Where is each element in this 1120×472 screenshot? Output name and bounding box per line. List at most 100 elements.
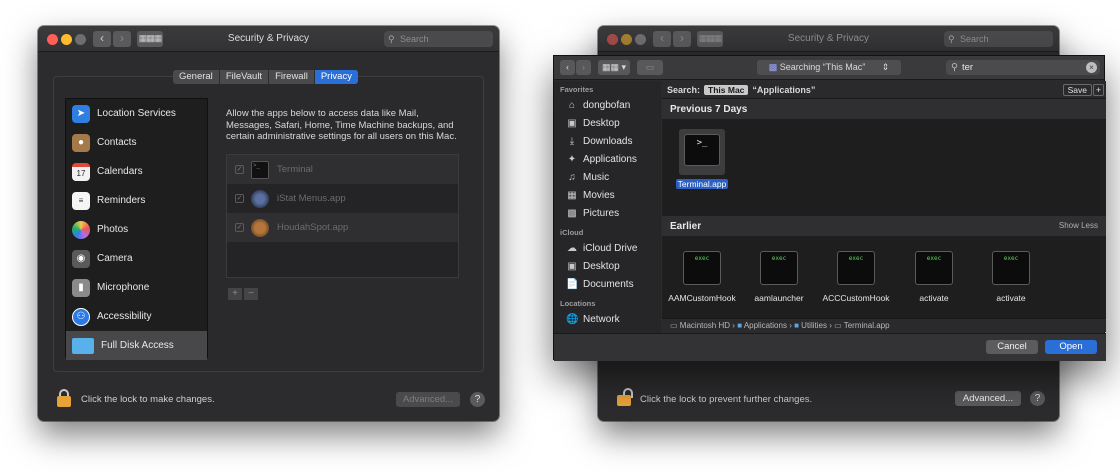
tab-general[interactable]: General xyxy=(173,70,220,84)
result-item-terminal[interactable]: >_ Terminal.app xyxy=(672,129,732,189)
sidebar-item-label: Movies xyxy=(583,189,615,201)
app-row-houdahspot[interactable]: ✓ HoudahSpot.app xyxy=(227,213,458,242)
add-app-button[interactable]: + xyxy=(228,288,242,300)
category-photos[interactable]: Photos xyxy=(66,215,207,244)
category-label: Microphone xyxy=(97,282,150,293)
category-accessibility[interactable]: ⚇ Accessibility xyxy=(66,302,207,331)
category-calendars[interactable]: 17 Calendars xyxy=(66,157,207,186)
remove-app-button[interactable]: − xyxy=(244,288,258,300)
category-label: Reminders xyxy=(97,195,146,206)
result-item-acccustomhook[interactable]: exec ACCCustomHook xyxy=(817,251,895,303)
sidebar-item-label: Desktop xyxy=(583,117,620,129)
scope-label: Search: xyxy=(667,84,701,95)
location-popup[interactable]: ▩ Searching “This Mac” ⇕ xyxy=(757,60,901,75)
category-full-disk-access[interactable]: Full Disk Access xyxy=(66,331,207,360)
sidebar-item-movies[interactable]: ▦ Movies xyxy=(554,186,661,204)
advanced-button[interactable]: Advanced... xyxy=(955,391,1021,406)
path-item[interactable]: Utilities xyxy=(801,321,827,330)
add-criteria-button[interactable]: + xyxy=(1093,84,1104,96)
app-row-terminal[interactable]: ✓ >_ Terminal xyxy=(227,155,458,184)
cancel-button[interactable]: Cancel xyxy=(986,340,1038,354)
search-results: Search: This Mac “Applications” Save + P… xyxy=(662,81,1106,328)
result-item-aamlauncher[interactable]: exec aamlauncher xyxy=(744,251,814,303)
open-button[interactable]: Open xyxy=(1045,340,1097,354)
category-microphone[interactable]: ▮ Microphone xyxy=(66,273,207,302)
category-reminders[interactable]: ≡ Reminders xyxy=(66,186,207,215)
tab-privacy[interactable]: Privacy xyxy=(314,70,358,84)
app-checkbox[interactable]: ✓ xyxy=(235,223,244,232)
result-label: Terminal.app xyxy=(675,179,729,189)
app-checkbox[interactable]: ✓ xyxy=(235,194,244,203)
sidebar-item-label: iCloud Drive xyxy=(583,242,638,254)
sidebar-item-icloud-desktop[interactable]: ▣ Desktop xyxy=(554,257,661,275)
clear-search-icon[interactable]: × xyxy=(1086,62,1097,73)
tab-firewall[interactable]: Firewall xyxy=(269,70,315,84)
category-label: Accessibility xyxy=(97,311,152,322)
sidebar-item-home[interactable]: ⌂ dongbofan xyxy=(554,96,661,114)
forward-button[interactable]: › xyxy=(576,60,591,75)
search-field[interactable]: ⚲ Search xyxy=(384,31,493,47)
app-list: ✓ >_ Terminal ✓ iStat Menus.app ✓ Houdah… xyxy=(226,154,459,278)
result-item-aamcustomhook[interactable]: exec AAMCustomHook xyxy=(664,251,740,303)
save-search-button[interactable]: Save xyxy=(1062,84,1092,96)
scope-this-mac[interactable]: This Mac xyxy=(704,84,749,95)
full-disk-access-description: Allow the apps below to access data like… xyxy=(226,108,457,142)
scope-applications[interactable]: “Applications” xyxy=(752,85,815,95)
result-label: AAMCustomHook xyxy=(668,293,736,303)
category-contacts[interactable]: ● Contacts xyxy=(66,128,207,157)
chevron-updown-icon: ⇕ xyxy=(881,62,890,72)
category-location-services[interactable]: ➤ Location Services xyxy=(66,99,207,128)
sidebar-item-icloud-drive[interactable]: ☁ iCloud Drive xyxy=(554,239,661,257)
privacy-category-list: ➤ Location Services ● Contacts 17 Calend… xyxy=(65,98,208,360)
result-label: activate xyxy=(919,293,949,303)
tab-filevault[interactable]: FileVault xyxy=(220,70,270,84)
result-label: activate xyxy=(996,293,1026,303)
result-item-activate[interactable]: exec activate xyxy=(899,251,969,303)
sidebar-section-icloud: iCloud xyxy=(560,228,584,237)
search-value: ter xyxy=(962,62,974,73)
sidebar-item-label: Music xyxy=(583,171,610,183)
pictures-icon: ▩ xyxy=(567,207,577,219)
path-item[interactable]: Applications xyxy=(744,321,787,330)
category-label: Location Services xyxy=(97,108,176,119)
view-mode-icon[interactable]: ▦▦ ▾ xyxy=(598,60,630,75)
home-icon: ⌂ xyxy=(568,99,576,111)
sidebar-item-network[interactable]: 🌐 Network xyxy=(554,310,661,328)
help-button[interactable]: ? xyxy=(1030,391,1045,406)
sidebar-item-music[interactable]: ♫ Music xyxy=(554,168,661,186)
advanced-button[interactable]: Advanced... xyxy=(396,392,460,407)
new-folder-icon[interactable]: ▭ xyxy=(637,60,663,75)
open-file-dialog: ‹ › ▦▦ ▾ ▭ ▩ Searching “This Mac” ⇕ ⚲ te… xyxy=(553,55,1106,361)
category-camera[interactable]: ◉ Camera xyxy=(66,244,207,273)
search-input[interactable]: ⚲ ter × xyxy=(946,60,1100,75)
search-placeholder: Search xyxy=(400,34,429,44)
sidebar-item-label: Pictures xyxy=(583,207,620,219)
result-item-activate-2[interactable]: exec activate xyxy=(976,251,1046,303)
exec-icon: exec xyxy=(683,251,721,285)
category-label: Calendars xyxy=(97,166,143,177)
security-privacy-window: ‹ › ▦▦▦ Security & Privacy ⚲ Search Gene… xyxy=(38,26,499,421)
sidebar-item-pictures[interactable]: ▩ Pictures xyxy=(554,204,661,222)
path-item[interactable]: Terminal.app xyxy=(844,321,890,330)
app-label: Terminal xyxy=(277,164,313,175)
show-less-button[interactable]: Show Less xyxy=(1059,221,1098,230)
lock-open-icon[interactable] xyxy=(617,388,633,406)
sidebar-item-applications[interactable]: ✦ Applications xyxy=(554,150,661,168)
sidebar-item-desktop[interactable]: ▣ Desktop xyxy=(554,114,661,132)
sidebar-item-documents[interactable]: 📄 Documents xyxy=(554,275,661,293)
path-item[interactable]: Macintosh HD xyxy=(680,321,730,330)
search-field[interactable]: ⚲ Search xyxy=(944,31,1053,47)
lock-closed-icon[interactable] xyxy=(57,389,71,407)
network-globe-icon: 🌐 xyxy=(566,313,579,325)
sidebar-item-downloads[interactable]: ⤓ Downloads xyxy=(554,132,661,150)
app-row-istat-menus[interactable]: ✓ iStat Menus.app xyxy=(227,184,458,213)
microphone-icon: ▮ xyxy=(72,278,90,297)
exec-icon: exec xyxy=(760,251,798,285)
back-button[interactable]: ‹ xyxy=(560,60,575,75)
group-title: Previous 7 Days xyxy=(670,103,748,115)
app-checkbox[interactable]: ✓ xyxy=(235,165,244,174)
sidebar-item-label: Network xyxy=(583,313,620,325)
disk-icon: ▭ xyxy=(670,321,678,330)
sidebar-section-favorites: Favorites xyxy=(560,85,594,94)
help-button[interactable]: ? xyxy=(470,392,485,407)
